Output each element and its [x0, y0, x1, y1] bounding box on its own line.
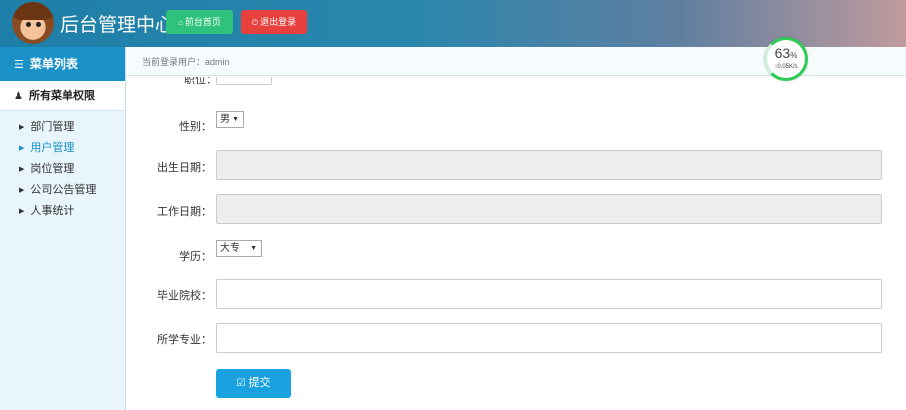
- work-date-label: 工作日期：: [157, 206, 212, 218]
- home-icon: ⌂: [178, 18, 183, 27]
- caret-right-icon: ▶: [19, 208, 25, 215]
- chevron-down-icon: ▼: [232, 116, 239, 123]
- submit-button-label: 提交: [248, 377, 271, 389]
- school-input[interactable]: [216, 279, 882, 309]
- home-button-label: 前台首页: [184, 17, 221, 27]
- power-icon: ⏻: [251, 18, 259, 27]
- education-label: 学历：: [179, 251, 212, 263]
- network-speed-widget[interactable]: 63% ↑0.05K/s: [764, 37, 808, 81]
- menu-items: ▶ 部门管理 ▶ 用户管理 ▶ 岗位管理 ▶ 公司公告管理 ▶ 人事统计: [0, 111, 125, 222]
- major-label: 所学专业：: [157, 334, 212, 346]
- sidebar-item-hr-stats[interactable]: ▶ 人事统计: [0, 201, 125, 222]
- user-form: 职位： 性别： 男 ▼ 出生日期： 工作日期： 学历： 大专 ▼ 毕业院校： 所…: [126, 77, 906, 410]
- menu-list-label: 菜单列表: [29, 57, 78, 71]
- permissions-label: 所有菜单权限: [28, 90, 95, 102]
- position-field[interactable]: [216, 77, 272, 85]
- permissions-header[interactable]: ♟ 所有菜单权限: [0, 81, 125, 111]
- caret-right-icon: ▶: [19, 166, 25, 173]
- chevron-down-icon: ▼: [250, 245, 257, 252]
- sidebar-item-label: 用户管理: [30, 142, 75, 154]
- gender-label: 性别：: [179, 121, 212, 133]
- submit-button[interactable]: ☑ 提交: [216, 369, 291, 398]
- caret-right-icon: ▶: [19, 187, 25, 194]
- sidebar-item-label: 岗位管理: [30, 163, 75, 175]
- sidebar-item-label: 部门管理: [30, 121, 75, 133]
- speed-percent-value: 63: [774, 45, 791, 61]
- education-select[interactable]: 大专 ▼: [216, 240, 262, 257]
- caret-right-icon: ▶: [19, 145, 25, 152]
- menu-list-header: ☰ 菜单列表: [0, 47, 125, 81]
- home-button[interactable]: ⌂ 前台首页: [166, 10, 233, 34]
- avatar: [12, 2, 54, 44]
- work-date-input[interactable]: [216, 194, 882, 224]
- caret-right-icon: ▶: [19, 124, 25, 131]
- sidebar-item-label: 公司公告管理: [30, 184, 97, 196]
- speed-rate: ↑0.05K/s: [774, 64, 798, 70]
- main-content: 当前登录用户：admin 职位： 性别： 男 ▼ 出生日期： 工作日期： 学历：…: [126, 47, 906, 410]
- speed-percent: 63%: [767, 45, 805, 61]
- sidebar: ☰ 菜单列表 ♟ 所有菜单权限 ▶ 部门管理 ▶ 用户管理 ▶ 岗位管理 ▶ 公司公告管理 …: [0, 47, 126, 410]
- logout-button[interactable]: ⏻ 退出登录: [241, 10, 307, 34]
- logout-button-label: 退出登录: [260, 17, 297, 27]
- top-header: 后台管理中心 ⌂ 前台首页 ⏻ 退出登录: [0, 0, 906, 47]
- position-label: 职位：: [184, 77, 217, 86]
- check-square-icon: ☑: [236, 378, 246, 389]
- sidebar-item-departments[interactable]: ▶ 部门管理: [0, 117, 125, 138]
- user-icon: ♟: [14, 91, 23, 102]
- education-select-value: 大专: [220, 243, 240, 254]
- sidebar-item-announcements[interactable]: ▶ 公司公告管理: [0, 180, 125, 201]
- gender-select[interactable]: 男 ▼: [216, 111, 244, 128]
- birth-date-input[interactable]: [216, 150, 882, 180]
- major-input[interactable]: [216, 323, 882, 353]
- sidebar-item-label: 人事统计: [30, 205, 75, 217]
- app-title: 后台管理中心: [60, 14, 175, 36]
- gender-select-value: 男: [220, 114, 230, 125]
- sidebar-item-users[interactable]: ▶ 用户管理: [0, 138, 125, 159]
- current-user-text: 当前登录用户：admin: [142, 57, 230, 67]
- birth-date-label: 出生日期：: [157, 162, 212, 174]
- speed-percent-unit: %: [790, 51, 798, 60]
- school-label: 毕业院校：: [157, 290, 212, 302]
- list-icon: ☰: [14, 59, 24, 71]
- sidebar-item-positions[interactable]: ▶ 岗位管理: [0, 159, 125, 180]
